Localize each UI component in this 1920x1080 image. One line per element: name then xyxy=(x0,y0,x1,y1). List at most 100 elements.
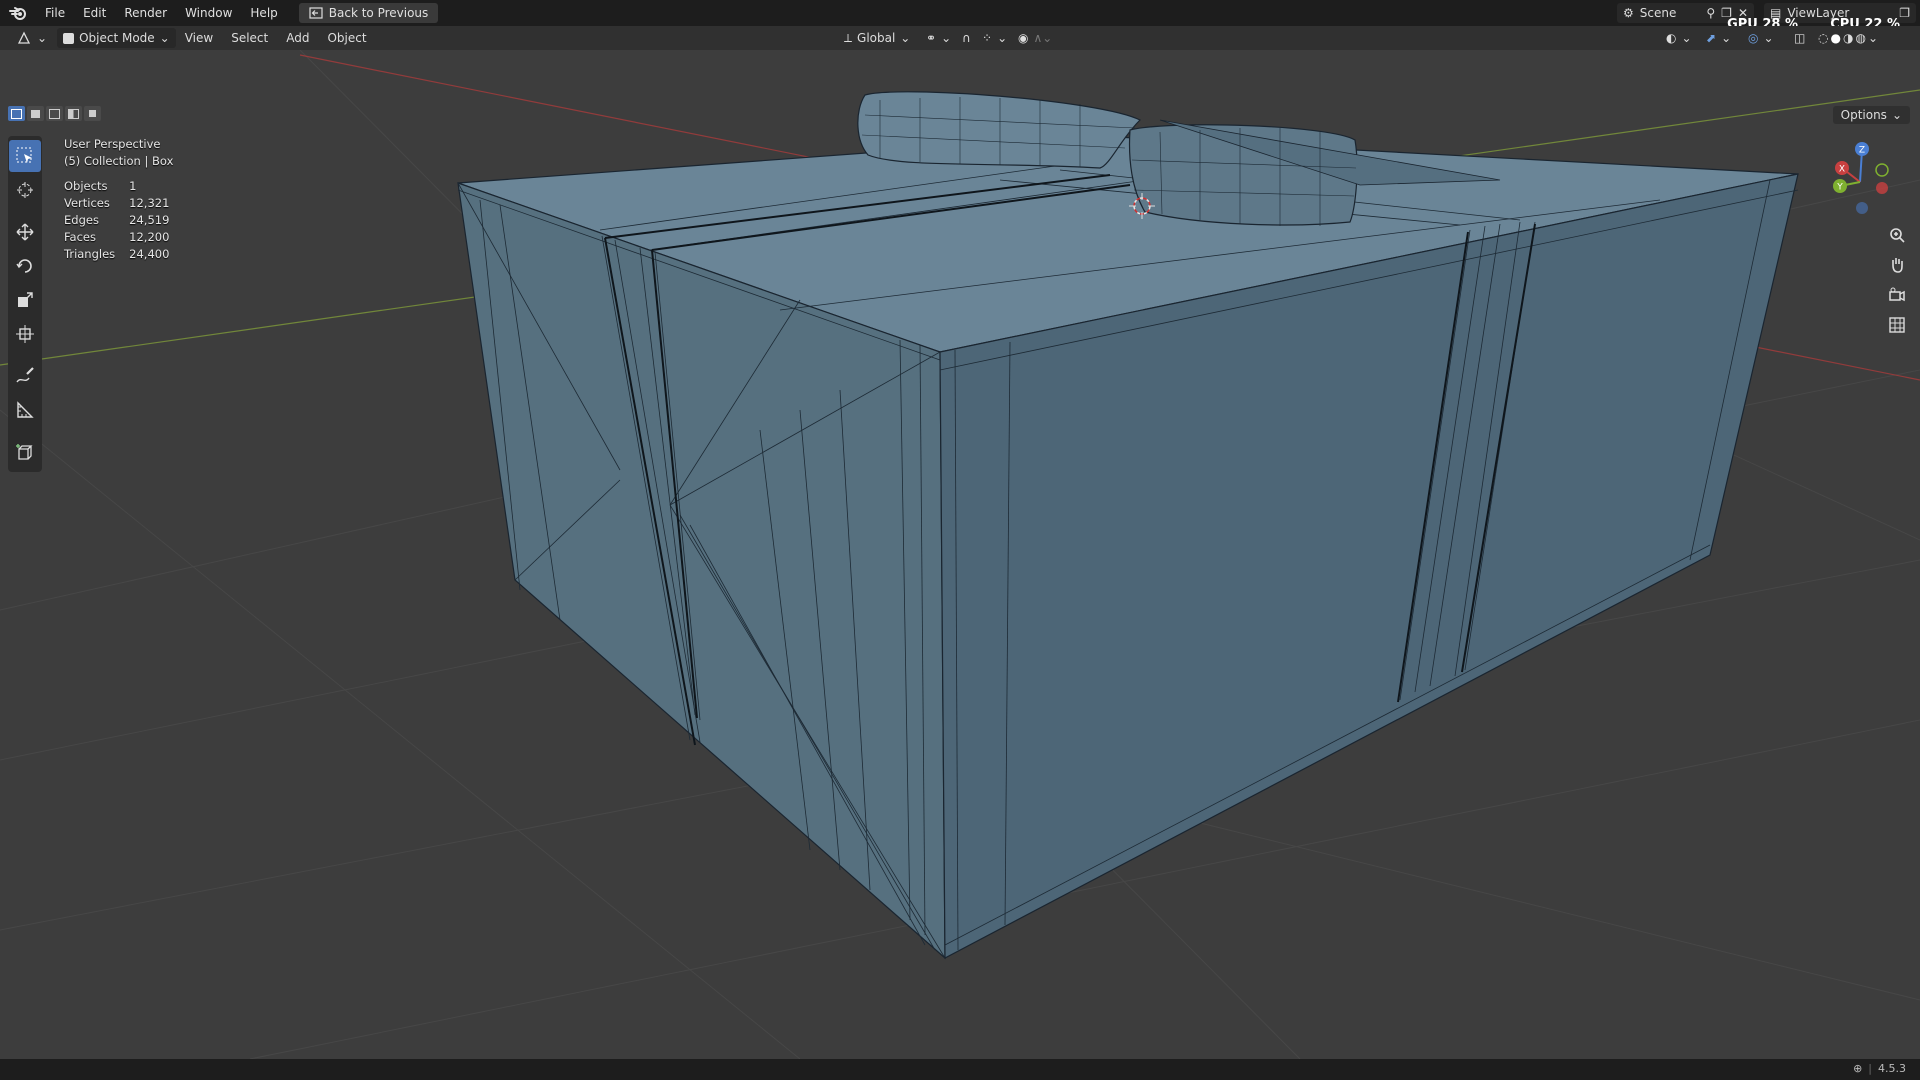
rotate-icon[interactable] xyxy=(9,250,41,282)
stat-label: Faces xyxy=(64,230,96,244)
back-to-previous-button[interactable]: Back to Previous xyxy=(298,3,439,23)
stat-value: 24,519 xyxy=(129,213,170,227)
selection-mode-group xyxy=(8,106,101,121)
collection-name: (5) Collection | Box xyxy=(64,154,174,168)
menu-add[interactable]: Add xyxy=(277,26,318,50)
new-viewlayer-icon[interactable]: ❐ xyxy=(1899,6,1910,20)
stats-row: Faces 12,200 xyxy=(64,229,183,246)
overlay-icon: ◎ xyxy=(1748,31,1759,45)
orientation-label: Global xyxy=(857,31,896,45)
magnet-icon: ∩ xyxy=(962,31,971,45)
camera-icon[interactable] xyxy=(1882,280,1912,310)
menu-select[interactable]: Select xyxy=(222,26,277,50)
editor-type-dropdown[interactable]: ⌄ xyxy=(10,31,53,45)
stat-label: Edges xyxy=(64,213,99,227)
menu-window[interactable]: Window xyxy=(176,0,241,26)
stat-value: 1 xyxy=(129,179,137,193)
chevron-down-icon: ⌄ xyxy=(159,31,170,45)
menu-edit[interactable]: Edit xyxy=(74,0,115,26)
cursor-icon[interactable] xyxy=(9,174,41,206)
top-bar: File Edit Render Window Help Back to Pre… xyxy=(0,0,1920,32)
y-axis-label: Y xyxy=(1836,183,1843,193)
transform-orientation-dropdown[interactable]: ⟂ Global ⌄ xyxy=(838,31,916,46)
options-dropdown[interactable]: Options ⌄ xyxy=(1832,106,1910,124)
stats-row: Edges 24,519 xyxy=(64,212,183,229)
stat-label: Objects xyxy=(64,179,108,193)
rendered-shading-icon[interactable]: ◍ xyxy=(1855,31,1865,45)
select-box-icon[interactable] xyxy=(9,140,41,172)
zoom-icon[interactable] xyxy=(1882,220,1912,250)
neg-y-handle[interactable] xyxy=(1875,163,1889,177)
mode-dropdown[interactable]: Object Mode ⌄ xyxy=(57,28,176,48)
move-icon[interactable] xyxy=(9,216,41,248)
stat-label: Triangles xyxy=(64,247,116,261)
annotate-icon[interactable] xyxy=(9,360,41,392)
tool-shelf xyxy=(8,136,42,472)
material-shading-icon[interactable]: ◑ xyxy=(1843,31,1853,45)
pin-icon[interactable]: ⚲ xyxy=(1706,6,1715,20)
stats-row: Triangles 24,400 xyxy=(64,246,183,263)
select-set-icon[interactable] xyxy=(8,106,25,121)
orientation-icon: ⟂ xyxy=(844,30,853,45)
proportional-edit-icon: ◉ xyxy=(1018,31,1029,45)
scene-render xyxy=(0,50,1920,1059)
stats-table: Objects 1 Vertices 12,321 Edges 24,519 Face… xyxy=(64,178,183,263)
neg-z-handle[interactable] xyxy=(1856,202,1868,214)
transform-icon[interactable] xyxy=(9,318,41,350)
stat-value: 12,321 xyxy=(129,196,170,210)
chevron-down-icon: ⌄ xyxy=(1891,108,1902,122)
wireframe-shading-icon[interactable]: ◌ xyxy=(1818,31,1828,45)
select-subtract-icon[interactable] xyxy=(46,106,63,121)
shading-modes[interactable]: ◌ ● ◑ ◍ ⌄ xyxy=(1812,31,1884,45)
neg-x-handle[interactable] xyxy=(1876,182,1888,194)
stats-row: Objects 1 xyxy=(64,178,183,195)
chevron-down-icon: ⌄ xyxy=(37,31,48,45)
stat-label: Vertices xyxy=(64,196,110,210)
snap-grid-icon: ⁘ xyxy=(982,31,993,45)
version-label: 4.5.3 xyxy=(1878,1062,1906,1075)
navigation-buttons xyxy=(1882,220,1912,340)
gizmo-toggle[interactable]: ⬈ ⌄ xyxy=(1700,31,1737,45)
pivot-icon: ⚭ xyxy=(926,31,937,45)
options-label: Options xyxy=(1840,108,1887,122)
view-name: User Perspective xyxy=(64,137,161,151)
xray-toggle[interactable]: ◫ xyxy=(1788,31,1811,45)
add-cube-icon[interactable] xyxy=(9,436,41,468)
scale-icon[interactable] xyxy=(9,284,41,316)
overlay-toggle[interactable]: ◎ ⌄ xyxy=(1742,31,1780,45)
globe-icon: ⊕ xyxy=(1853,1062,1863,1075)
select-intersect-icon[interactable] xyxy=(84,106,101,121)
pan-icon[interactable] xyxy=(1882,250,1912,280)
snap-toggle[interactable]: ∩ xyxy=(956,31,977,45)
snap-dropdown[interactable]: ⁘ ⌄ xyxy=(976,31,1013,45)
3d-viewport[interactable]: Options ⌄ User Perspective (5) Collectio… xyxy=(0,50,1920,1059)
navigation-gizmo[interactable]: Z X Y xyxy=(1820,140,1900,220)
gizmo-icon: ⬈ xyxy=(1706,31,1717,45)
blender-logo-icon[interactable] xyxy=(0,0,36,26)
status-bar: ⊕ | 4.5.3 xyxy=(0,1059,1920,1080)
back-icon xyxy=(309,7,323,19)
z-axis-label: Z xyxy=(1859,146,1865,156)
menu-view[interactable]: View xyxy=(176,26,222,50)
menu-object[interactable]: Object xyxy=(318,26,375,50)
measure-icon[interactable] xyxy=(9,394,41,426)
mode-label: Object Mode xyxy=(79,31,155,45)
menu-file[interactable]: File xyxy=(36,0,74,26)
menu-render[interactable]: Render xyxy=(115,0,176,26)
proportional-edit-toggle[interactable]: ◉ ∧⌄ xyxy=(1012,31,1058,45)
x-axis-label: X xyxy=(1839,165,1845,175)
box-mesh[interactable] xyxy=(457,91,1799,960)
back-to-previous-label: Back to Previous xyxy=(328,6,429,20)
scene-label: Scene xyxy=(1639,6,1677,20)
solid-shading-icon[interactable]: ● xyxy=(1830,31,1840,45)
menu-help[interactable]: Help xyxy=(241,0,286,26)
eye-icon: ◐ xyxy=(1666,31,1677,45)
ortho-grid-icon[interactable] xyxy=(1882,310,1912,340)
select-extend-icon[interactable] xyxy=(27,106,44,121)
xray-icon: ◫ xyxy=(1794,31,1806,45)
pivot-dropdown[interactable]: ⚭ ⌄ xyxy=(920,31,957,45)
select-invert-icon[interactable] xyxy=(65,106,82,121)
version-info: ⊕ | 4.5.3 xyxy=(1853,1062,1906,1075)
visibility-dropdown[interactable]: ◐ ⌄ xyxy=(1660,31,1698,45)
chevron-down-icon: ⌄ xyxy=(900,31,911,45)
